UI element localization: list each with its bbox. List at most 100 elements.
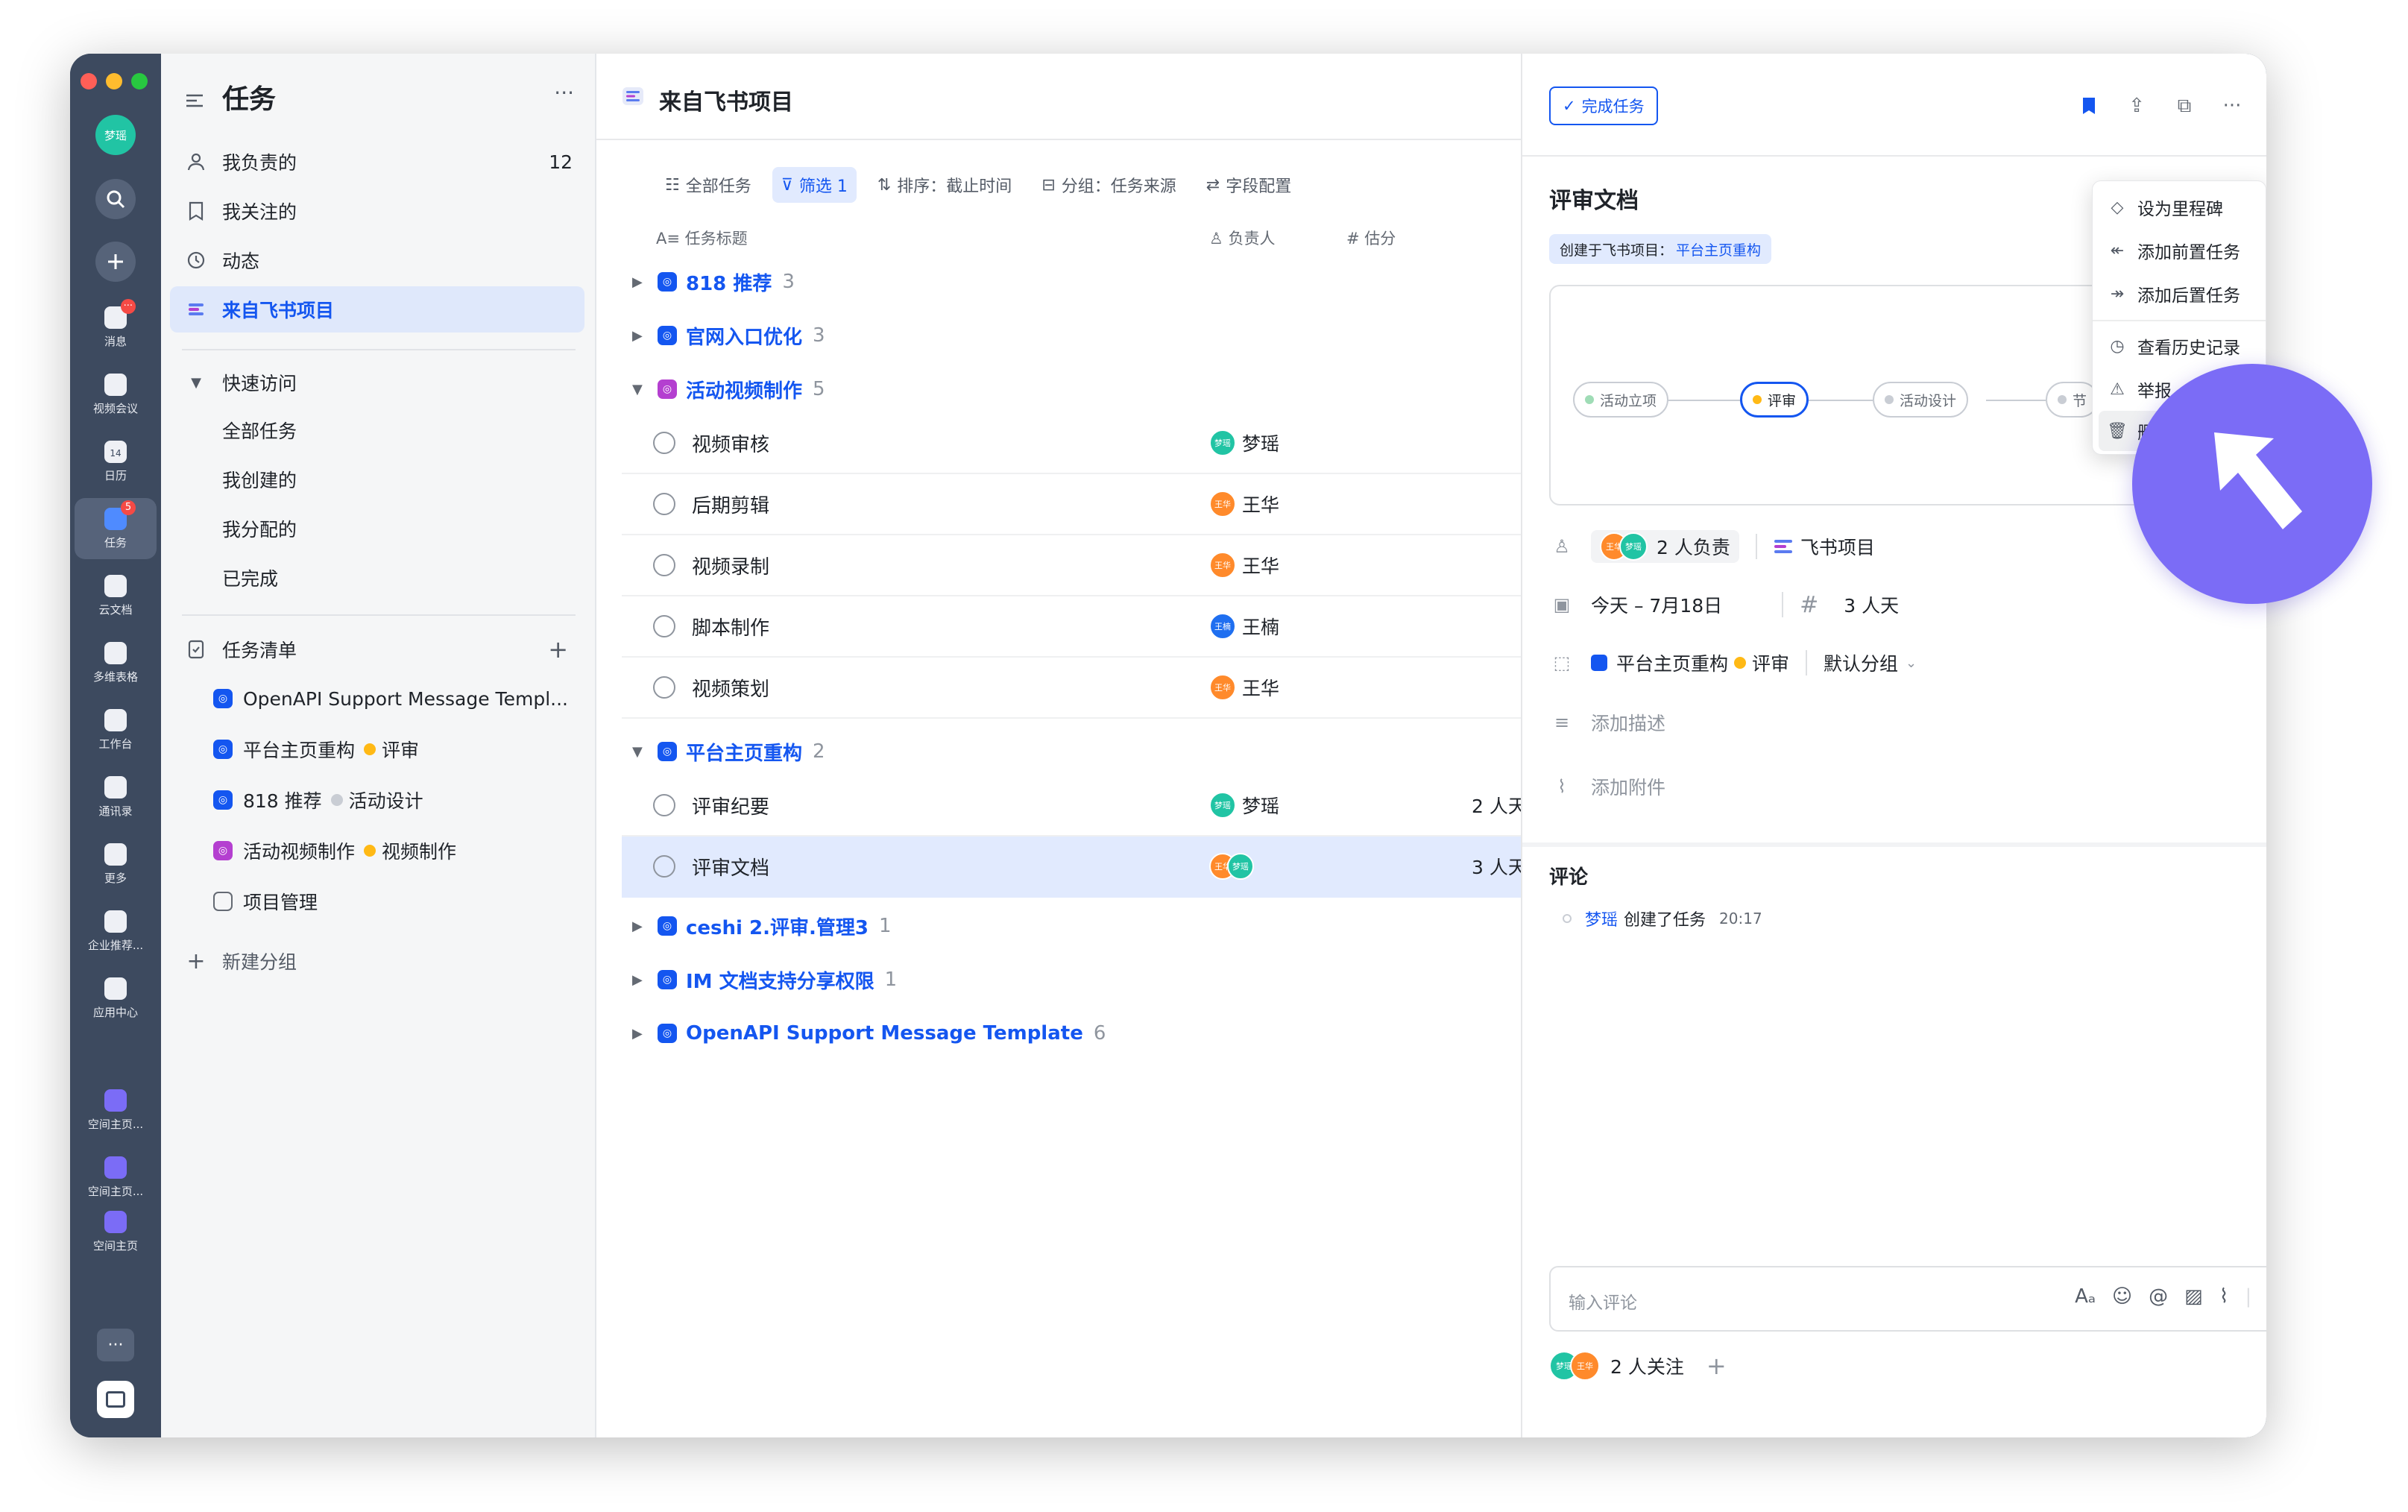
group-button[interactable]: ⊟ 分组：任务来源 — [1033, 167, 1185, 203]
rail-item-video[interactable]: 视频会议 — [75, 364, 157, 425]
menu-item-milestone[interactable]: ◇ 设为里程碑 — [2099, 187, 2261, 227]
complete-checkbox[interactable] — [653, 554, 675, 576]
expand-arrow-icon[interactable]: ▶ — [632, 972, 658, 988]
project-name[interactable]: 平台主页重构 — [1616, 649, 1728, 676]
flow-node[interactable]: 活动设计 — [1873, 382, 1969, 418]
rail-item-space-2[interactable]: 空间主页... — [75, 1147, 157, 1208]
bookmark-icon[interactable] — [2076, 92, 2102, 119]
column-header-assignee[interactable]: ♙ 负责人 — [1209, 227, 1276, 249]
description-row[interactable]: ≡ 添加描述 — [1549, 704, 1665, 741]
task-row-selected[interactable]: 评审文档 王华 梦瑶 3 人天 — [622, 837, 1527, 898]
add-attachment[interactable]: 添加附件 — [1591, 773, 1665, 800]
sidebar-more-icon[interactable]: ··· — [554, 81, 574, 105]
rail-item-space-3[interactable]: 空间主页 — [75, 1209, 157, 1254]
column-header-estimate[interactable]: # 估分 — [1346, 227, 1396, 249]
emoji-icon[interactable]: ☺ — [2112, 1285, 2132, 1308]
rail-item-contacts[interactable]: 通讯录 — [75, 766, 157, 828]
close-window-button[interactable] — [81, 73, 97, 89]
assignee[interactable]: 王华 梦瑶 — [1209, 853, 1254, 880]
rail-item-space-1[interactable]: 空间主页... — [75, 1080, 157, 1141]
expand-arrow-icon[interactable]: ▶ — [632, 919, 658, 934]
new-group-button[interactable]: + 新建分组 — [170, 938, 584, 984]
assignee-chip[interactable]: 王华 梦瑶 2 人负责 — [1591, 530, 1739, 563]
rail-item-more[interactable]: 更多 — [75, 834, 157, 895]
menu-item-add-predecessor[interactable]: ↞ 添加前置任务 — [2099, 230, 2261, 271]
quick-access-header[interactable]: ▼ 快速访问 — [170, 359, 584, 406]
filter-button[interactable]: ⊽ 筛选 1 — [772, 167, 857, 203]
task-row[interactable]: 评审纪要 梦瑶 梦瑶 2 人天 — [622, 775, 1527, 837]
chevron-down-icon[interactable]: ⌄ — [1906, 655, 1917, 671]
complete-checkbox[interactable] — [653, 794, 675, 816]
rail-item-base[interactable]: 多维表格 — [75, 632, 157, 693]
comment-author[interactable]: 梦瑶 — [1585, 907, 1618, 930]
list-item-818[interactable]: ◎ 818 推荐 活动设计 — [170, 777, 584, 823]
complete-checkbox[interactable] — [653, 493, 675, 515]
complete-checkbox[interactable] — [653, 615, 675, 637]
rail-item-app-center[interactable]: 应用中心 — [75, 968, 157, 1029]
date-row[interactable]: ▣ 今天 – 7月18日 # 3 人天 — [1549, 586, 1899, 623]
zoom-window-button[interactable] — [131, 73, 148, 89]
add-list-icon[interactable]: + — [548, 635, 568, 664]
project-link[interactable]: 飞书项目 — [1800, 533, 1875, 560]
project-group[interactable]: 默认分组 — [1824, 649, 1898, 676]
assignees-row[interactable]: ♙ 王华 梦瑶 2 人负责 飞书项目 — [1549, 528, 1875, 565]
estimate-value[interactable]: 3 人天 — [1844, 591, 1899, 618]
copy-icon[interactable]: ⧉ — [2171, 92, 2198, 119]
quick-created[interactable]: 我创建的 — [170, 456, 584, 503]
sort-button[interactable]: ⇅ 排序：截止时间 — [869, 167, 1021, 203]
list-item-openapi[interactable]: ◎ OpenAPI Support Message Templ... — [170, 675, 584, 722]
collapse-arrow-icon[interactable]: ▼ — [632, 382, 658, 397]
expand-arrow-icon[interactable]: ▶ — [632, 1026, 658, 1042]
group-website[interactable]: ▶ ◎ 官网入口优化 3 — [632, 313, 825, 358]
complete-checkbox[interactable] — [653, 676, 675, 699]
more-icon[interactable]: ··· — [2219, 92, 2245, 119]
flow-node[interactable]: 活动立项 — [1573, 382, 1669, 418]
complete-checkbox[interactable] — [653, 855, 675, 878]
rail-item-calendar[interactable]: 14 日历 — [75, 431, 157, 492]
group-video[interactable]: ▼ ◎ 活动视频制作 5 — [632, 367, 825, 412]
rail-item-tasks[interactable]: 5 任务 — [75, 498, 157, 559]
user-avatar[interactable]: 梦瑶 — [95, 115, 136, 155]
app-switch-button[interactable] — [97, 1381, 134, 1418]
attachment-row[interactable]: ⌇ 添加附件 — [1549, 768, 1665, 805]
expand-arrow-icon[interactable]: ▶ — [632, 328, 658, 344]
collapse-icon[interactable] — [183, 89, 206, 112]
list-item-pm[interactable]: 项目管理 — [170, 878, 584, 924]
nav-following[interactable]: 我关注的 — [170, 188, 584, 234]
task-row[interactable]: 脚本制作 王楠 王楠 — [622, 596, 1521, 658]
group-818[interactable]: ▶ ◎ 818 推荐 3 — [632, 259, 795, 304]
all-tasks-button[interactable]: ☷ 全部任务 — [656, 167, 760, 203]
assignee[interactable]: 梦瑶 梦瑶 — [1209, 792, 1279, 819]
collapse-arrow-icon[interactable]: ▼ — [632, 744, 658, 760]
project-row[interactable]: ⬚ 平台主页重构 评审 默认分组 ⌄ — [1549, 644, 1917, 681]
quick-completed[interactable]: 已完成 — [170, 555, 584, 601]
rail-item-messages[interactable]: ··· 消息 — [75, 297, 157, 358]
list-item-platform[interactable]: ◎ 平台主页重构 评审 — [170, 726, 584, 772]
group-im[interactable]: ▶ ◎ IM 文档支持分享权限 1 — [632, 957, 897, 1002]
column-header-title[interactable]: A≡ 任务标题 — [656, 227, 748, 249]
close-icon[interactable]: ✕ — [2265, 92, 2266, 119]
add-follower-icon[interactable]: + — [1706, 1352, 1727, 1380]
task-title[interactable]: 评审文档 — [1549, 182, 1639, 215]
quick-all-tasks[interactable]: 全部任务 — [170, 407, 584, 453]
assignee[interactable]: 梦瑶 梦瑶 — [1209, 429, 1279, 456]
assignee[interactable]: 王华 王华 — [1209, 552, 1279, 579]
followers-row[interactable]: 梦瑶 王华 2 人关注 + — [1549, 1351, 1727, 1381]
complete-checkbox[interactable] — [653, 432, 675, 454]
image-icon[interactable]: ▨ — [2184, 1285, 2203, 1308]
task-row[interactable]: 视频录制 王华 王华 — [622, 535, 1521, 596]
field-config-button[interactable]: ⇄ 字段配置 — [1197, 167, 1300, 203]
origin-tag[interactable]: 创建于飞书项目： 平台主页重构 — [1549, 234, 1772, 264]
rail-item-docs[interactable]: 云文档 — [75, 565, 157, 626]
font-format-icon[interactable]: Aₐ — [2075, 1285, 2096, 1308]
quick-assigned[interactable]: 我分配的 — [170, 505, 584, 552]
assignee[interactable]: 王楠 王楠 — [1209, 613, 1279, 640]
rail-item-workplace[interactable]: 工作台 — [75, 699, 157, 760]
search-button[interactable] — [95, 179, 136, 219]
flow-node[interactable]: 节 — [2046, 382, 2099, 418]
mention-icon[interactable]: @ — [2149, 1285, 2168, 1308]
task-row[interactable]: 视频审核 梦瑶 梦瑶 — [622, 413, 1521, 474]
rail-item-recommend[interactable]: 企业推荐... — [75, 901, 157, 962]
minimize-window-button[interactable] — [106, 73, 122, 89]
assignee[interactable]: 王华 王华 — [1209, 674, 1279, 701]
